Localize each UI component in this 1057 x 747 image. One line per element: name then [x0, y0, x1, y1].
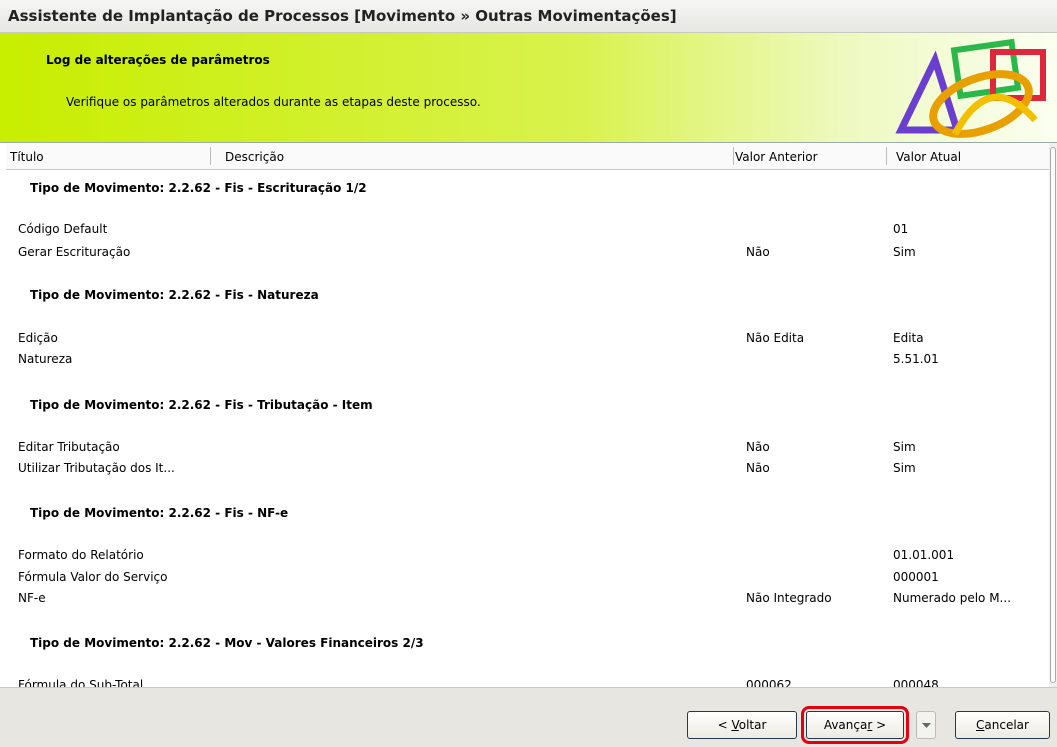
next-button[interactable]: Avançar >	[801, 706, 909, 744]
row-valor-anterior: Não Edita	[746, 331, 805, 345]
row-valor-atual: Edita	[893, 331, 924, 345]
row-titulo: Formato do Relatório	[18, 548, 144, 562]
column-valor-anterior[interactable]: Valor Anterior	[735, 150, 818, 164]
grid-column-header: Título Descrição Valor Anterior Valor At…	[6, 143, 1052, 170]
row-titulo: Fórmula do Sub-Total	[18, 678, 144, 687]
back-button-rest: oltar	[738, 718, 767, 732]
cancel-button-rest: ancelar	[984, 718, 1029, 732]
parameter-log-grid[interactable]: Tipo de Movimento: 2.2.62 - Fis - Escrit…	[6, 170, 1050, 687]
next-options-dropdown[interactable]	[916, 711, 936, 739]
row-titulo: Edição	[18, 331, 58, 345]
row-valor-atual: 5.51.01	[893, 352, 939, 366]
row-valor-atual: Sim	[893, 440, 916, 454]
wizard-shapes-icon	[895, 38, 1046, 138]
row-valor-atual: Numerado pelo M...	[893, 591, 1012, 605]
row-titulo: Utilizar Tributação dos It...	[18, 461, 175, 475]
row-valor-anterior: Não	[746, 440, 770, 454]
window-titlebar: Assistente de Implantação de Processos […	[0, 0, 1057, 33]
chevron-down-icon	[922, 723, 931, 728]
row-valor-atual: 000048	[893, 678, 939, 687]
row-valor-atual: 01.01.001	[893, 548, 955, 562]
back-button-mnemonic: V	[731, 718, 739, 732]
group-header: Tipo de Movimento: 2.2.62 - Fis - Tribut…	[30, 398, 373, 412]
group-header: Tipo de Movimento: 2.2.62 - Mov - Valore…	[30, 636, 424, 650]
scrollbar-thumb[interactable]	[1050, 147, 1056, 683]
column-titulo[interactable]: Título	[10, 150, 44, 164]
banner-title: Log de alterações de parâmetros	[46, 53, 270, 67]
row-valor-atual: Sim	[893, 461, 916, 475]
group-header: Tipo de Movimento: 2.2.62 - Fis - Escrit…	[30, 181, 367, 195]
row-valor-atual: Sim	[893, 245, 916, 259]
column-separator[interactable]	[733, 147, 734, 165]
banner-subtitle: Verifique os parâmetros alterados durant…	[66, 95, 481, 109]
vertical-scrollbar[interactable]	[1049, 143, 1057, 687]
cancel-button[interactable]: Cancelar	[955, 711, 1050, 739]
column-separator[interactable]	[886, 147, 887, 165]
next-button-rest: >	[872, 718, 887, 732]
row-titulo: Código Default	[18, 222, 108, 236]
row-titulo: Fórmula Valor do Serviço	[18, 570, 168, 584]
back-button-prefix: <	[717, 718, 732, 732]
row-valor-anterior: Não Integrado	[746, 591, 832, 605]
group-header: Tipo de Movimento: 2.2.62 - Fis - Nature…	[30, 288, 319, 302]
row-valor-anterior: Não	[746, 245, 770, 259]
row-titulo: NF-e	[18, 591, 46, 605]
column-valor-atual[interactable]: Valor Atual	[896, 150, 961, 164]
group-header: Tipo de Movimento: 2.2.62 - Fis - NF-e	[30, 506, 289, 520]
column-descricao[interactable]: Descrição	[225, 150, 284, 164]
next-button-prefix: Avança	[823, 718, 868, 732]
row-titulo: Gerar Escrituração	[18, 245, 131, 259]
row-valor-anterior: 000062	[746, 678, 792, 687]
column-separator[interactable]	[210, 147, 211, 165]
row-valor-atual: 000001	[893, 570, 939, 584]
window-title: Assistente de Implantação de Processos […	[8, 7, 677, 25]
row-valor-anterior: Não	[746, 461, 770, 475]
row-valor-atual: 01	[893, 222, 909, 236]
back-button[interactable]: < Voltar	[687, 711, 797, 739]
row-titulo: Natureza	[18, 352, 73, 366]
row-titulo: Editar Tributação	[18, 440, 120, 454]
